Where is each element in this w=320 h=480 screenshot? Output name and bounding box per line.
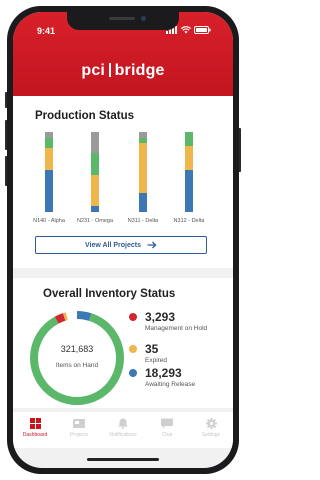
app-header: 9:41 pci bridge xyxy=(13,12,233,104)
bar-segment xyxy=(91,132,99,153)
bar-segment xyxy=(91,205,99,212)
view-all-projects-button[interactable]: View All Projects xyxy=(35,236,207,254)
phone-frame: 9:41 pci bridge Production Status N140 -… xyxy=(7,6,239,474)
items-on-hand-value: 321,683 xyxy=(60,344,94,354)
tab-chat[interactable]: Chat xyxy=(145,412,189,448)
tab-notifications[interactable]: Notifications xyxy=(101,412,145,448)
view-all-projects-label: View All Projects xyxy=(84,241,142,249)
items-on-hand-label: Items on Hand xyxy=(55,362,99,369)
dashboard-icon xyxy=(29,418,41,429)
tab-label-chat: Chat xyxy=(161,432,173,438)
legend-value-expired: 35 xyxy=(145,342,159,356)
legend-value-management-hold: 3,293 xyxy=(145,310,176,324)
projects-icon xyxy=(73,419,85,428)
battery-icon xyxy=(194,26,211,34)
gear-icon xyxy=(205,418,217,429)
bar-segment xyxy=(185,146,193,171)
tab-label-settings: Settings xyxy=(201,432,221,438)
tab-label-notifications: Notifications xyxy=(109,432,137,438)
bar-segment xyxy=(139,138,147,144)
bar-segment xyxy=(45,138,53,148)
legend-dot-management-hold xyxy=(129,313,137,321)
bar-segment xyxy=(91,152,99,176)
chat-icon xyxy=(161,418,173,429)
legend-label-awaiting-release: Awaiting Release xyxy=(145,381,196,388)
status-time: 9:41 xyxy=(37,26,56,36)
bar-segment xyxy=(45,170,53,212)
home-indicator xyxy=(87,458,159,461)
production-status-card: Production Status N140 - Alpha N231 - Ome… xyxy=(13,96,233,268)
bar-segment xyxy=(185,170,193,212)
legend-label-management-hold: Management on Hold xyxy=(145,325,208,332)
production-status-title: Production Status xyxy=(35,110,135,122)
logo-text-right: bridge xyxy=(114,62,165,79)
logo-text-left: pci xyxy=(81,62,106,79)
inventory-status-card: Overall Inventory Status 321,683 Items o… xyxy=(13,278,233,408)
tab-label-dashboard: Dashboard xyxy=(22,432,48,438)
tab-projects[interactable]: Projects xyxy=(57,412,101,448)
arrow-right-icon xyxy=(147,241,157,249)
bar-segment xyxy=(139,143,147,193)
bar-segment xyxy=(91,175,99,206)
tab-dashboard[interactable]: Dashboard xyxy=(13,412,57,448)
project-label: N311 - Delta xyxy=(127,218,159,224)
project-label: N231 - Omega xyxy=(76,218,114,224)
donut-center: 321,683 Items on Hand xyxy=(25,344,129,369)
inventory-status-title: Overall Inventory Status xyxy=(43,288,176,300)
project-label: N312 - Delta xyxy=(173,218,205,224)
bell-icon xyxy=(118,418,128,429)
bar-segment xyxy=(139,192,147,212)
tab-settings[interactable]: Settings xyxy=(189,412,233,448)
tab-label-projects: Projects xyxy=(69,432,89,438)
project-label: N140 - Alpha xyxy=(33,218,65,224)
legend-label-expired: Expired xyxy=(145,357,168,364)
tab-bar: Dashboard Projects Notifications Chat Se… xyxy=(13,412,233,448)
notch xyxy=(67,12,179,30)
app-logo: pci bridge xyxy=(13,62,233,80)
bar-segment xyxy=(185,132,193,147)
bar-segment xyxy=(45,132,53,139)
app-screen: 9:41 pci bridge Production Status N140 -… xyxy=(13,12,233,468)
legend-dot-awaiting-release xyxy=(129,369,137,377)
bar-segment xyxy=(45,148,53,171)
wifi-icon xyxy=(181,26,191,34)
bar-segment xyxy=(139,132,147,139)
legend-value-awaiting-release: 18,293 xyxy=(145,366,182,380)
legend-dot-expired xyxy=(129,345,137,353)
